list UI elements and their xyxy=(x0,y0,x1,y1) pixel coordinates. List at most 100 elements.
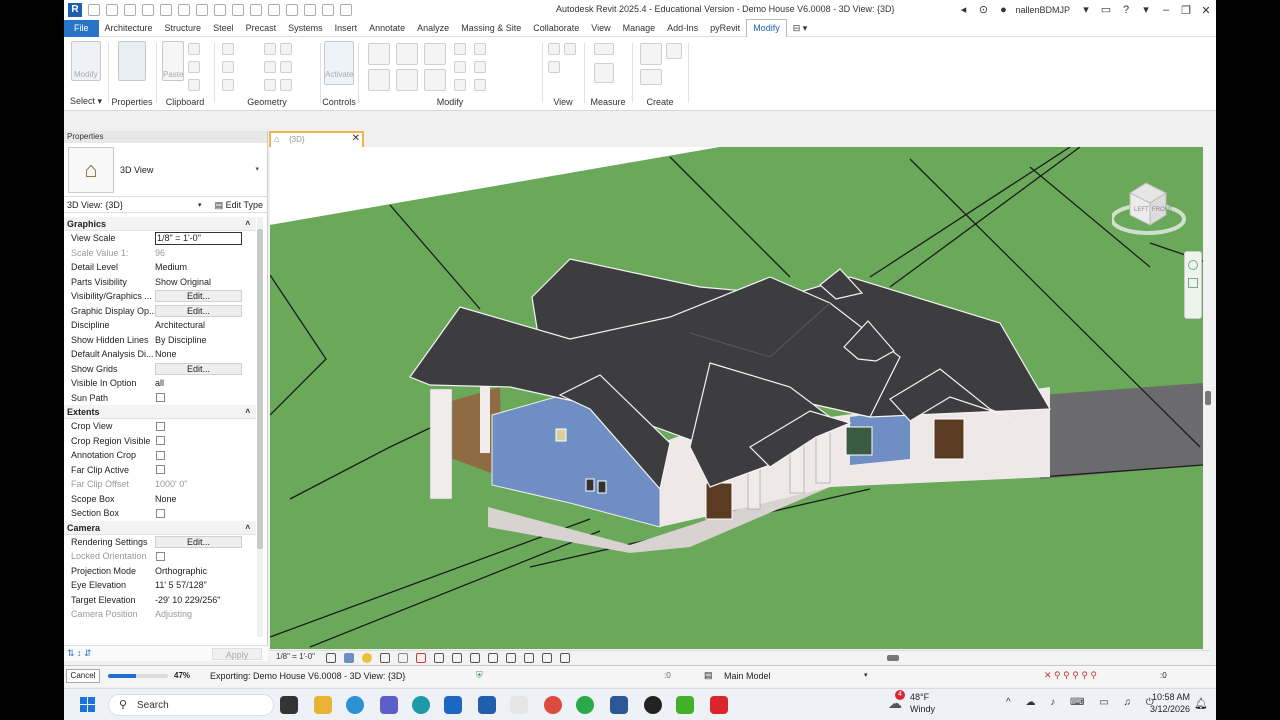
tab-pyrevit[interactable]: pyRevit xyxy=(704,20,746,37)
align-icon[interactable] xyxy=(368,43,390,65)
cut-geometry-icon[interactable] xyxy=(222,61,234,73)
scrollbar-thumb[interactable] xyxy=(887,655,899,661)
red-app-icon[interactable] xyxy=(710,696,728,714)
type-selector[interactable]: ⌂ 3D View ▾ xyxy=(64,143,267,197)
unlocked-3d-icon[interactable] xyxy=(434,653,444,663)
apply-button[interactable]: Apply xyxy=(212,648,262,660)
show-crop-icon[interactable] xyxy=(416,653,426,663)
hide-icon[interactable] xyxy=(548,43,560,55)
paste-button[interactable]: Paste xyxy=(162,41,184,81)
move-icon[interactable] xyxy=(368,69,390,91)
system-tray-icons[interactable]: ^ ☁ ♪ ⌨ ▭ ♫ ⏻ xyxy=(1006,697,1160,708)
windows-start-icon[interactable] xyxy=(80,697,96,713)
checkbox[interactable] xyxy=(156,393,165,403)
chevron-down-icon[interactable]: ▾ xyxy=(198,201,202,209)
property-value[interactable]: Edit... xyxy=(155,290,242,302)
tab-file[interactable]: File xyxy=(64,19,99,37)
copy-icon[interactable] xyxy=(188,43,200,55)
cut-icon[interactable] xyxy=(188,61,200,73)
restore-button[interactable]: ❐ xyxy=(1176,4,1196,17)
tab-manage[interactable]: Manage xyxy=(617,20,662,37)
print-icon[interactable] xyxy=(178,4,190,16)
scrollbar-thumb[interactable] xyxy=(257,229,263,549)
checkbox[interactable] xyxy=(156,450,165,460)
scrollbar-thumb[interactable] xyxy=(1205,391,1211,405)
property-value[interactable]: Orthographic xyxy=(155,564,242,579)
property-value[interactable]: By Discipline xyxy=(155,333,242,348)
user-name[interactable]: nallenBDMJP xyxy=(1015,5,1070,15)
app-icon[interactable] xyxy=(510,696,528,714)
file-explorer-icon[interactable] xyxy=(314,696,332,714)
redo-icon[interactable] xyxy=(160,4,172,16)
view-scrollbar-horizontal[interactable] xyxy=(582,654,1202,662)
delete-icon[interactable] xyxy=(474,79,486,91)
property-value[interactable]: 1/8" = 1'-0" xyxy=(155,232,242,245)
word-icon[interactable] xyxy=(610,696,628,714)
property-value[interactable]: Edit... xyxy=(155,304,242,317)
trim-icon[interactable] xyxy=(424,69,446,91)
tab-insert[interactable]: Insert xyxy=(329,20,364,37)
copilot-icon[interactable] xyxy=(412,696,430,714)
chrome-profile-icon[interactable] xyxy=(576,696,594,714)
revit-taskbar-icon[interactable] xyxy=(478,696,496,714)
user-icon[interactable]: ● xyxy=(997,4,1009,16)
type-properties-icon[interactable] xyxy=(118,41,146,81)
property-group-camera[interactable]: Camera ˄ xyxy=(64,520,256,535)
tab-modify[interactable]: Modify xyxy=(746,19,787,37)
offset-icon[interactable] xyxy=(396,43,418,65)
tab-add-ins[interactable]: Add-Ins xyxy=(661,20,704,37)
teams-icon[interactable] xyxy=(380,696,398,714)
beam-join-icon[interactable] xyxy=(264,79,276,91)
view-scale-selector[interactable]: 1/8" = 1'-0" xyxy=(276,652,315,661)
green-app-icon[interactable] xyxy=(676,696,694,714)
viewcube-front-label[interactable]: FRONT xyxy=(1152,207,1173,213)
reveal-constraints-icon[interactable] xyxy=(542,653,552,663)
clock-date[interactable]: 3/12/2026 xyxy=(1144,704,1190,714)
edit-type-button[interactable]: ▤ Edit Type xyxy=(215,200,263,211)
paint-icon[interactable] xyxy=(264,61,276,73)
checkbox[interactable] xyxy=(156,436,165,446)
property-value[interactable]: None xyxy=(155,492,242,507)
zoom-icon[interactable] xyxy=(1188,278,1198,288)
demolish-icon[interactable] xyxy=(280,61,292,73)
ribbon-options-icon[interactable]: ⊟ ▾ xyxy=(787,20,814,37)
linework-icon[interactable] xyxy=(548,61,560,73)
taskbar-search[interactable]: ⚲ Search xyxy=(108,694,274,716)
override-icon[interactable] xyxy=(564,43,576,55)
thin-lines-icon[interactable] xyxy=(304,4,316,16)
sync-icon[interactable] xyxy=(124,4,136,16)
switch-windows-icon[interactable] xyxy=(340,4,352,16)
hidden-elements-icon[interactable] xyxy=(560,653,570,663)
tab-analyze[interactable]: Analyze xyxy=(411,20,455,37)
cart-icon[interactable]: ▭ xyxy=(1100,4,1112,16)
detail-level-icon[interactable] xyxy=(326,653,336,663)
revit-logo-icon[interactable]: R xyxy=(68,3,82,17)
weather-temperature[interactable]: 48°F xyxy=(910,692,929,702)
highlight-displacement-icon[interactable] xyxy=(524,653,534,663)
tag-icon[interactable] xyxy=(232,4,244,16)
property-value[interactable]: -29' 10 229/256" xyxy=(155,593,242,608)
collapse-icon[interactable]: ˄ xyxy=(245,217,250,231)
tab-steel[interactable]: Steel xyxy=(207,20,240,37)
notification-bell-icon[interactable]: 🔔︎ xyxy=(1194,697,1208,710)
checkbox[interactable] xyxy=(156,421,165,431)
minimize-button[interactable]: – xyxy=(1156,4,1176,16)
property-value[interactable]: Architectural xyxy=(155,318,242,333)
measure-icon[interactable] xyxy=(196,4,208,16)
workset-selector[interactable]: Main Model xyxy=(724,671,771,681)
property-group-graphics[interactable]: Graphics ˄ xyxy=(64,217,256,231)
design-options-icon[interactable]: ▤ xyxy=(704,670,713,681)
split-icon[interactable] xyxy=(454,43,466,55)
property-value[interactable]: Show Original xyxy=(155,275,242,290)
property-value[interactable]: Edit... xyxy=(155,362,242,375)
view-tab-3d[interactable]: ⌂ {3D} ✕ xyxy=(269,131,364,147)
reveal-hidden-icon[interactable] xyxy=(470,653,480,663)
checkbox[interactable] xyxy=(156,508,165,518)
tab-systems[interactable]: Systems xyxy=(282,20,329,37)
3d-viewport[interactable]: LEFT FRONT xyxy=(270,147,1203,649)
chatgpt-icon[interactable] xyxy=(644,696,662,714)
outlook-icon[interactable] xyxy=(444,696,462,714)
tab-annotate[interactable]: Annotate xyxy=(363,20,411,37)
weather-description[interactable]: Windy xyxy=(910,704,935,714)
help-icon[interactable]: ? xyxy=(1120,4,1132,16)
